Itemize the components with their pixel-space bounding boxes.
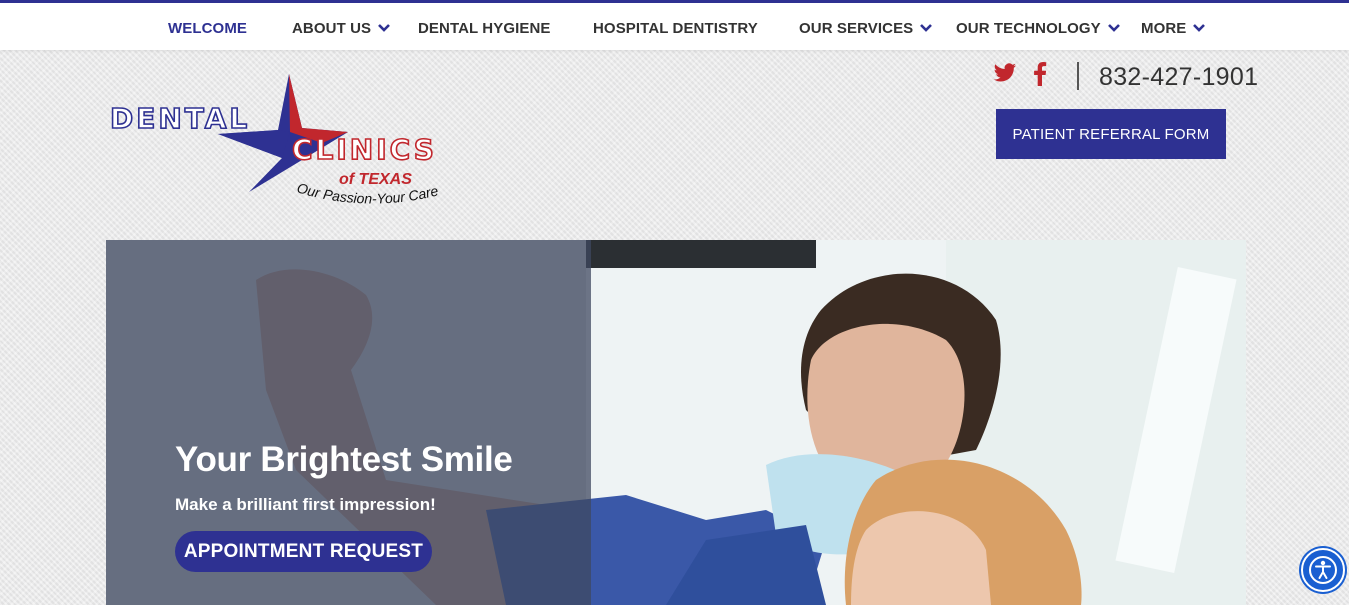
- patient-referral-form-button[interactable]: PATIENT REFERRAL FORM: [996, 109, 1226, 159]
- nav-item-dental-hygiene[interactable]: DENTAL HYGIENE: [418, 18, 551, 38]
- nav-label: HOSPITAL DENTISTRY: [593, 19, 758, 37]
- site-logo[interactable]: DENTAL CLINICS of TEXAS Our Passion-Your…: [106, 70, 466, 220]
- main-nav: WELCOME ABOUT US DENTAL HYGIENE HOSPITAL…: [0, 0, 1349, 50]
- chevron-down-icon: [920, 24, 933, 32]
- nav-label: MORE: [1141, 19, 1187, 37]
- accessibility-button[interactable]: [1301, 548, 1345, 592]
- nav-label: OUR SERVICES: [799, 19, 914, 37]
- logo-graphic: DENTAL CLINICS of TEXAS Our Passion-Your…: [109, 74, 440, 207]
- facebook-icon: [1034, 62, 1047, 86]
- appointment-request-button[interactable]: APPOINTMENT REQUEST: [175, 531, 432, 572]
- logo-text-dental: DENTAL: [110, 102, 250, 135]
- phone-number[interactable]: 832-427-1901: [1099, 62, 1258, 92]
- nav-label: OUR TECHNOLOGY: [956, 19, 1101, 37]
- chevron-down-icon: [1107, 24, 1120, 32]
- logo-text-clinics: CLINICS: [292, 133, 437, 166]
- nav-item-about-us[interactable]: ABOUT US: [292, 18, 391, 38]
- nav-label: WELCOME: [168, 19, 248, 37]
- nav-label: DENTAL HYGIENE: [418, 19, 551, 37]
- hero-title: Your Brightest Smile: [175, 440, 513, 479]
- nav-item-welcome[interactable]: WELCOME: [168, 18, 247, 38]
- twitter-link[interactable]: [993, 62, 1017, 82]
- facebook-link[interactable]: [1033, 62, 1047, 86]
- accessibility-icon: [1309, 556, 1337, 584]
- nav-item-more[interactable]: MORE: [1141, 18, 1206, 38]
- hero-banner: Your Brightest Smile Make a brilliant fi…: [106, 240, 1246, 605]
- nav-label: ABOUT US: [292, 19, 372, 37]
- chevron-down-icon: [378, 24, 391, 32]
- twitter-icon: [993, 63, 1016, 82]
- nav-item-hospital-dentistry[interactable]: HOSPITAL DENTISTRY: [593, 18, 758, 38]
- chevron-down-icon: [1193, 24, 1206, 32]
- nav-item-our-technology[interactable]: OUR TECHNOLOGY: [956, 18, 1121, 38]
- nav-item-our-services[interactable]: OUR SERVICES: [799, 18, 933, 38]
- logo-text-of-texas: of TEXAS: [339, 171, 412, 188]
- header-divider: [1077, 62, 1079, 90]
- hero-subtitle: Make a brilliant first impression!: [175, 495, 436, 514]
